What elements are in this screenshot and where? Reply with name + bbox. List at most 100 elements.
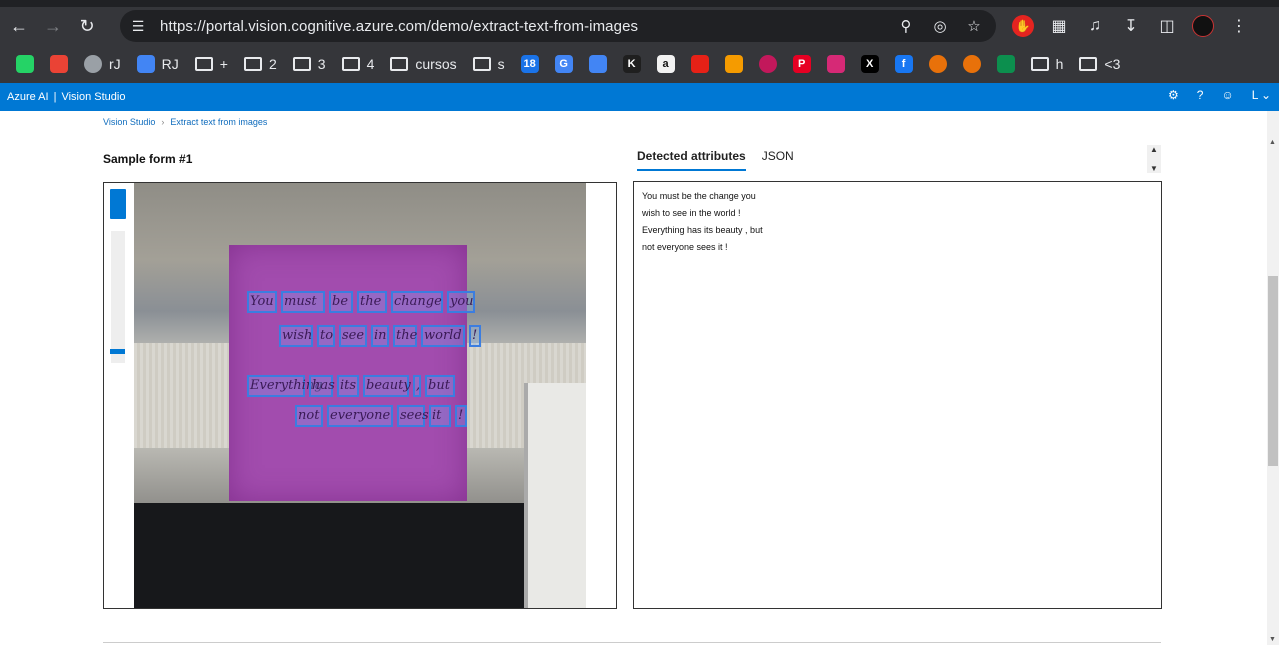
zoom-in-button[interactable] xyxy=(110,189,126,219)
detected-word-box[interactable]: You xyxy=(247,291,277,313)
page-scroll-down-icon[interactable]: ▼ xyxy=(1269,636,1276,643)
red-arc-icon xyxy=(758,55,777,73)
site-info-icon[interactable]: ☰ xyxy=(126,14,150,38)
bookmark-item[interactable] xyxy=(719,50,749,78)
forward-arrow-icon[interactable]: → xyxy=(38,11,68,41)
bookmark-item[interactable]: rJ xyxy=(78,50,127,78)
eye-off-icon[interactable]: ◎ xyxy=(928,14,952,38)
bookmark-item[interactable] xyxy=(923,50,953,78)
bookmark-label: s xyxy=(497,56,505,72)
detected-word-box[interactable]: ! xyxy=(469,325,481,347)
bookmark-item[interactable] xyxy=(957,50,987,78)
detected-word-box[interactable]: wish xyxy=(279,325,313,347)
orange-ring-icon xyxy=(928,55,947,73)
detected-word-box[interactable]: the xyxy=(393,325,417,347)
detected-word-box[interactable]: you xyxy=(447,291,475,313)
detected-word-box[interactable]: in xyxy=(371,325,389,347)
bookmark-item[interactable]: s xyxy=(467,50,511,78)
bookmark-item[interactable]: a xyxy=(651,50,681,78)
orange-app-icon xyxy=(724,55,743,73)
detected-word-box[interactable]: not xyxy=(295,405,323,427)
zoom-search-icon[interactable]: ⚲ xyxy=(894,14,918,38)
media-queue-icon[interactable]: ♫ xyxy=(1080,11,1110,41)
sample-photo: You must be the change you wish to see in the world… xyxy=(134,183,586,608)
bookmark-item[interactable]: K xyxy=(617,50,647,78)
bookmark-label: cursos xyxy=(415,56,457,72)
profile-avatar[interactable] xyxy=(1188,11,1218,41)
bookmark-item[interactable]: 2 xyxy=(238,50,283,78)
tab-scroll-control[interactable]: ▲ ▼ xyxy=(1147,145,1161,173)
scroll-up-icon[interactable]: ▲ xyxy=(1150,145,1158,154)
cubicle-wall xyxy=(524,383,586,608)
bookmark-item[interactable]: RJ xyxy=(131,50,185,78)
account-menu[interactable]: L ⌄ xyxy=(1252,88,1271,102)
downloads-icon[interactable]: ↧ xyxy=(1116,11,1146,41)
detected-word-box[interactable]: change xyxy=(391,291,443,313)
bookmark-item[interactable]: 4 xyxy=(336,50,381,78)
breadcrumb-current[interactable]: Extract text from images xyxy=(170,117,267,127)
bookmark-item[interactable] xyxy=(991,50,1021,78)
detected-word-box[interactable]: its xyxy=(337,375,359,397)
detected-word-box[interactable]: but xyxy=(425,375,455,397)
zoom-slider-handle[interactable] xyxy=(110,349,125,354)
bookmark-item[interactable]: G xyxy=(549,50,579,78)
page-scrollbar[interactable]: ▲ ▼ xyxy=(1267,111,1279,645)
bookmark-item[interactable]: cursos xyxy=(384,50,462,78)
bookmark-item[interactable]: 18 xyxy=(515,50,545,78)
page-scroll-up-icon[interactable]: ▲ xyxy=(1269,139,1276,146)
bookmark-item[interactable] xyxy=(753,50,783,78)
detected-word-box[interactable]: world xyxy=(421,325,465,347)
bookmark-item[interactable] xyxy=(10,50,40,78)
detected-word-box[interactable]: it xyxy=(429,405,451,427)
bookmark-item[interactable]: + xyxy=(189,50,234,78)
back-arrow-icon[interactable]: ← xyxy=(4,11,34,41)
bookmark-item[interactable]: f xyxy=(889,50,919,78)
detected-word-box[interactable]: to xyxy=(317,325,335,347)
tab-detected-attributes[interactable]: Detected attributes xyxy=(637,149,746,171)
zoom-slider-track[interactable] xyxy=(111,231,125,363)
detected-word-box[interactable]: everyone xyxy=(327,405,393,427)
azure-brand[interactable]: Azure AI xyxy=(7,91,49,103)
bookmark-item[interactable]: X xyxy=(855,50,885,78)
detected-word-box[interactable]: see xyxy=(339,325,367,347)
sticky-note: You must be the change you wish to see in the world… xyxy=(229,245,481,501)
settings-gear-icon[interactable]: ⚙ xyxy=(1168,88,1179,102)
side-panel-icon[interactable]: ◫ xyxy=(1152,11,1182,41)
bookmark-item[interactable] xyxy=(583,50,613,78)
scroll-down-icon[interactable]: ▼ xyxy=(1150,164,1158,173)
breadcrumb-chevron-icon: › xyxy=(161,117,165,127)
dark-panel xyxy=(134,503,586,608)
bookmark-star-icon[interactable]: ☆ xyxy=(962,14,986,38)
bookmark-item[interactable] xyxy=(821,50,851,78)
detected-word-box[interactable]: be xyxy=(329,291,353,313)
detected-word-box[interactable]: beauty xyxy=(363,375,411,397)
feedback-smiley-icon[interactable]: ☺ xyxy=(1221,88,1233,102)
detected-word-box[interactable]: , xyxy=(413,375,421,397)
bookmark-item[interactable] xyxy=(44,50,74,78)
help-icon[interactable]: ? xyxy=(1197,88,1204,102)
detected-word-box[interactable]: has xyxy=(309,375,335,397)
breadcrumb-vision-studio[interactable]: Vision Studio xyxy=(103,117,155,127)
bookmark-item[interactable]: P xyxy=(787,50,817,78)
tab-json[interactable]: JSON xyxy=(762,149,794,171)
menu-kebab-icon[interactable]: ⋮ xyxy=(1224,11,1254,41)
adblock-extension-icon[interactable]: ✋ xyxy=(1008,11,1038,41)
bookmark-item[interactable]: 3 xyxy=(287,50,332,78)
detected-word-box[interactable]: ! xyxy=(455,405,467,427)
detected-word-box[interactable]: must xyxy=(281,291,325,313)
address-bar[interactable]: ☰ https://portal.vision.cognitive.azure.… xyxy=(120,10,996,42)
detected-word-box[interactable]: sees xyxy=(397,405,429,427)
bookmark-item[interactable]: <3 xyxy=(1073,50,1126,78)
extensions-puzzle-icon[interactable]: ▦ xyxy=(1044,11,1074,41)
instagram-icon xyxy=(826,55,845,73)
reload-icon[interactable]: ↻ xyxy=(72,11,102,41)
vision-studio-title[interactable]: Vision Studio xyxy=(61,91,125,103)
page-scrollbar-thumb[interactable] xyxy=(1268,276,1278,466)
bookmark-label: h xyxy=(1055,56,1064,72)
bookmark-item[interactable]: h xyxy=(1025,50,1070,78)
orange-ring-icon xyxy=(962,55,981,73)
url-text[interactable]: https://portal.vision.cognitive.azure.co… xyxy=(160,18,638,35)
bookmark-item[interactable] xyxy=(685,50,715,78)
detected-word-box[interactable]: Everything xyxy=(247,375,323,397)
detected-word-box[interactable]: the xyxy=(357,291,387,313)
